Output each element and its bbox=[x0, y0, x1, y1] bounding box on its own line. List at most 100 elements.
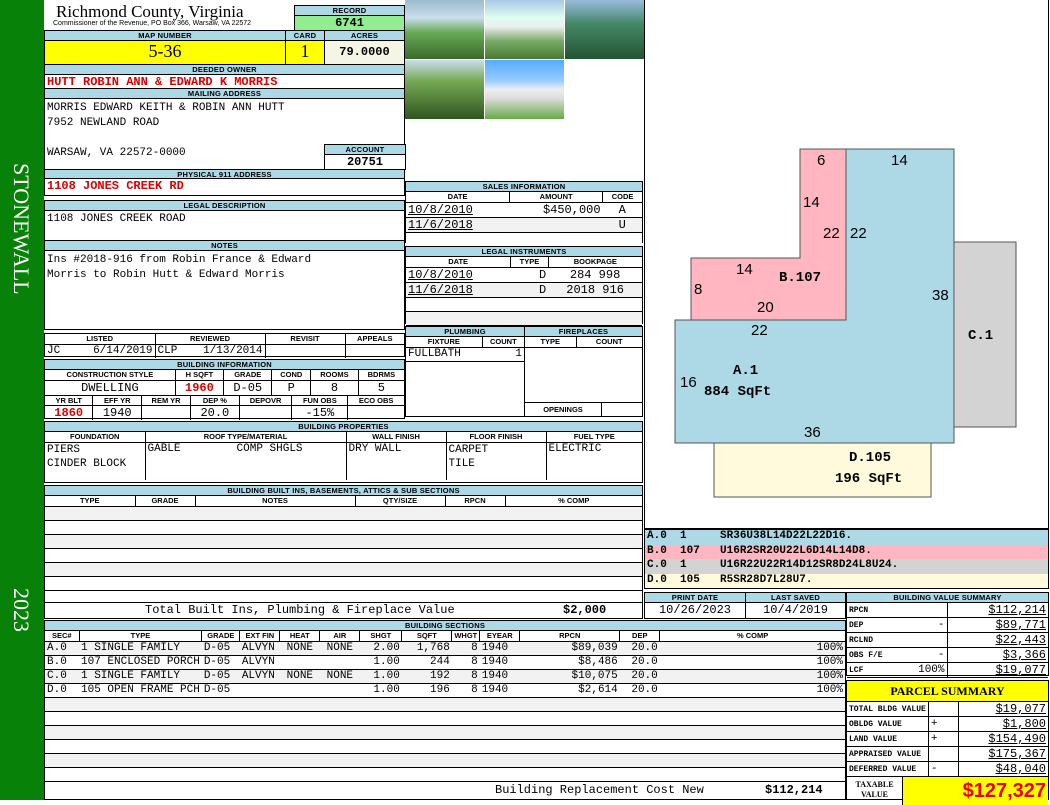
sales-row: 11/6/2018 U bbox=[406, 217, 642, 233]
sketch-legend-row: B.0 107 U16R2SR20U22L6D14L14D8. bbox=[645, 544, 1048, 559]
plumbing-fireplaces: PLUMBING FIXTURE COUNT FULLBATH 1 FIREPLAC… bbox=[405, 326, 643, 417]
parcel_summary-row: OBLDG VALUE + $1,800 bbox=[847, 716, 1048, 732]
section-cell: 196 bbox=[401, 683, 452, 698]
section-cell: NONE bbox=[279, 641, 320, 656]
property-photo[interactable] bbox=[485, 60, 564, 119]
fireplaces-label: FIREPLACES bbox=[525, 327, 642, 337]
section-cell: 1.00 bbox=[359, 669, 402, 684]
sales-cell bbox=[509, 217, 603, 233]
section-cell bbox=[279, 683, 320, 698]
listed-by: JC bbox=[47, 345, 61, 358]
info-col-header: REM YR bbox=[141, 395, 192, 406]
section-cell: NONE bbox=[319, 641, 360, 656]
section-cell: 20.0 bbox=[619, 655, 660, 670]
mailing-line-2: 7952 NEWLAND ROAD bbox=[47, 117, 160, 129]
parcel-summary-title: PARCEL SUMMARY bbox=[847, 681, 1048, 702]
parcel_summary-row: APPRAISED VALUE $175,367 bbox=[847, 746, 1048, 762]
info-value: 1860 bbox=[45, 405, 94, 420]
summary-label: APPRAISED VALUE bbox=[847, 746, 929, 762]
info-value: 5 bbox=[358, 380, 404, 396]
summary-label: RPCN bbox=[847, 603, 903, 618]
fixture-count: 1 bbox=[482, 347, 524, 362]
mailing-label: MAILING ADDRESS bbox=[45, 89, 404, 99]
sales-cell: A bbox=[602, 202, 642, 218]
section-cell bbox=[319, 683, 360, 698]
sketch-label-b: B.107 bbox=[779, 270, 821, 286]
builtins-total-value: $2,000 bbox=[563, 603, 607, 617]
info-col-header: ECO OBS bbox=[347, 395, 404, 406]
instruments-cell: D bbox=[510, 282, 549, 298]
replacement-cost-label: Building Replacement Cost New bbox=[495, 783, 704, 797]
notes-label: NOTES bbox=[45, 241, 404, 251]
section-cell: 8 bbox=[451, 641, 480, 656]
appeals-label: APPEALS bbox=[345, 334, 404, 345]
legend-section: D.0 bbox=[647, 573, 667, 586]
legend-code: 1 bbox=[680, 559, 687, 571]
summary-label: LCF bbox=[847, 662, 903, 678]
instruments-col: TYPE bbox=[510, 257, 549, 268]
section-cell: 100% bbox=[659, 655, 845, 670]
roof-material: COMP SHGLS bbox=[236, 442, 303, 455]
acres-value: 79.0000 bbox=[325, 41, 404, 64]
info-value: 20.0 bbox=[190, 405, 240, 420]
instruments-col: BOOKPAGE bbox=[548, 257, 642, 268]
sales-col: DATE bbox=[406, 192, 511, 203]
property-photo[interactable] bbox=[565, 0, 644, 59]
legend-path: R5SR28D7L28U7. bbox=[720, 573, 813, 586]
summary-label: LAND VALUE bbox=[847, 731, 929, 747]
district-sidebar: STONEWALL 2023 bbox=[0, 0, 44, 800]
foundation-value: CINDER BLOCK bbox=[47, 457, 127, 470]
floor-col: FLOOR FINISH bbox=[446, 432, 547, 443]
section-cell: D.0 bbox=[45, 683, 79, 698]
property-photo[interactable] bbox=[405, 0, 484, 59]
summary-value: $112,214 bbox=[946, 603, 1048, 618]
info-col-header: EFF YR bbox=[92, 395, 143, 406]
summary-label: OBS F/E bbox=[847, 647, 903, 663]
section-cell: 2.00 bbox=[359, 641, 402, 656]
deeded-owner-label: DEEDED OWNER bbox=[45, 65, 404, 75]
builtins-col: RPCN bbox=[445, 496, 506, 507]
summary-sign: + bbox=[928, 731, 959, 747]
info-col-header: GRADE bbox=[223, 370, 273, 381]
wall-finish: DRY WALL bbox=[346, 442, 447, 480]
section-cell: 8 bbox=[451, 655, 480, 670]
fuel-col: FUEL TYPE bbox=[546, 432, 642, 443]
sketch-area-a: 884 SqFt bbox=[704, 384, 771, 400]
sketch-dim: 22 bbox=[823, 225, 840, 242]
info-col-header: DEPOVR bbox=[239, 395, 293, 406]
building-properties: BUILDING PROPERTIES FOUNDATION ROOF TYPE/… bbox=[44, 421, 643, 483]
summary-label: TOTAL BLDG VALUE bbox=[847, 702, 929, 717]
summary-sign: - bbox=[903, 647, 948, 663]
sketch-legend-row: A.0 1 SR36U38L14D22L22D16. bbox=[645, 530, 1048, 545]
section-cell: ALVYN bbox=[239, 669, 280, 684]
notes-text: Ins #2018-916 from Robin France & Edward… bbox=[45, 251, 404, 285]
section-cell: 100% bbox=[659, 669, 845, 684]
section-cell: $89,039 bbox=[519, 641, 620, 656]
office-address: Commissioner of the Revenue, PO Box 366,… bbox=[53, 20, 252, 27]
property-photo[interactable] bbox=[405, 60, 484, 119]
last-saved-label: LAST SAVED bbox=[746, 593, 845, 603]
sections-col: EYEAR bbox=[479, 631, 521, 642]
building-sections: BUILDING SECTIONS SEC# TYPE GRADE EXT FIN HE… bbox=[44, 620, 846, 800]
section-row bbox=[45, 767, 845, 782]
card-label: CARD bbox=[286, 31, 324, 41]
sketch-legend-row: D.0 105 R5SR28D7L28U7. bbox=[645, 573, 1048, 588]
instruments-row bbox=[406, 297, 642, 312]
sections-col: EXT FIN bbox=[239, 631, 281, 642]
count-col: COUNT bbox=[482, 337, 524, 348]
sales-cell: $450,000 bbox=[509, 202, 603, 218]
sales-information: SALES INFORMATION DATE AMOUNT CODE 10/8/2010… bbox=[405, 181, 643, 247]
instruments-row: 10/8/2010 D 284 998 bbox=[406, 267, 642, 283]
builtins-row bbox=[45, 506, 642, 521]
sales-row: 10/8/2010 $450,000 A bbox=[406, 202, 642, 218]
parcel-summary: PARCEL SUMMARY TOTAL BLDG VALUE $19,077 OB… bbox=[846, 680, 1049, 805]
foundation-col: FOUNDATION bbox=[45, 432, 146, 443]
section-cell: 100% bbox=[659, 683, 845, 698]
summary-sign bbox=[928, 702, 959, 717]
section-cell bbox=[239, 683, 280, 698]
value_summary-row: OBS F/E - $3,366 bbox=[847, 647, 1048, 663]
summary-value: $19,077 bbox=[946, 662, 1048, 678]
summary-label: DEFERRED VALUE bbox=[847, 761, 929, 777]
property-photo[interactable] bbox=[485, 0, 564, 59]
info-value: 1960 bbox=[175, 380, 225, 396]
